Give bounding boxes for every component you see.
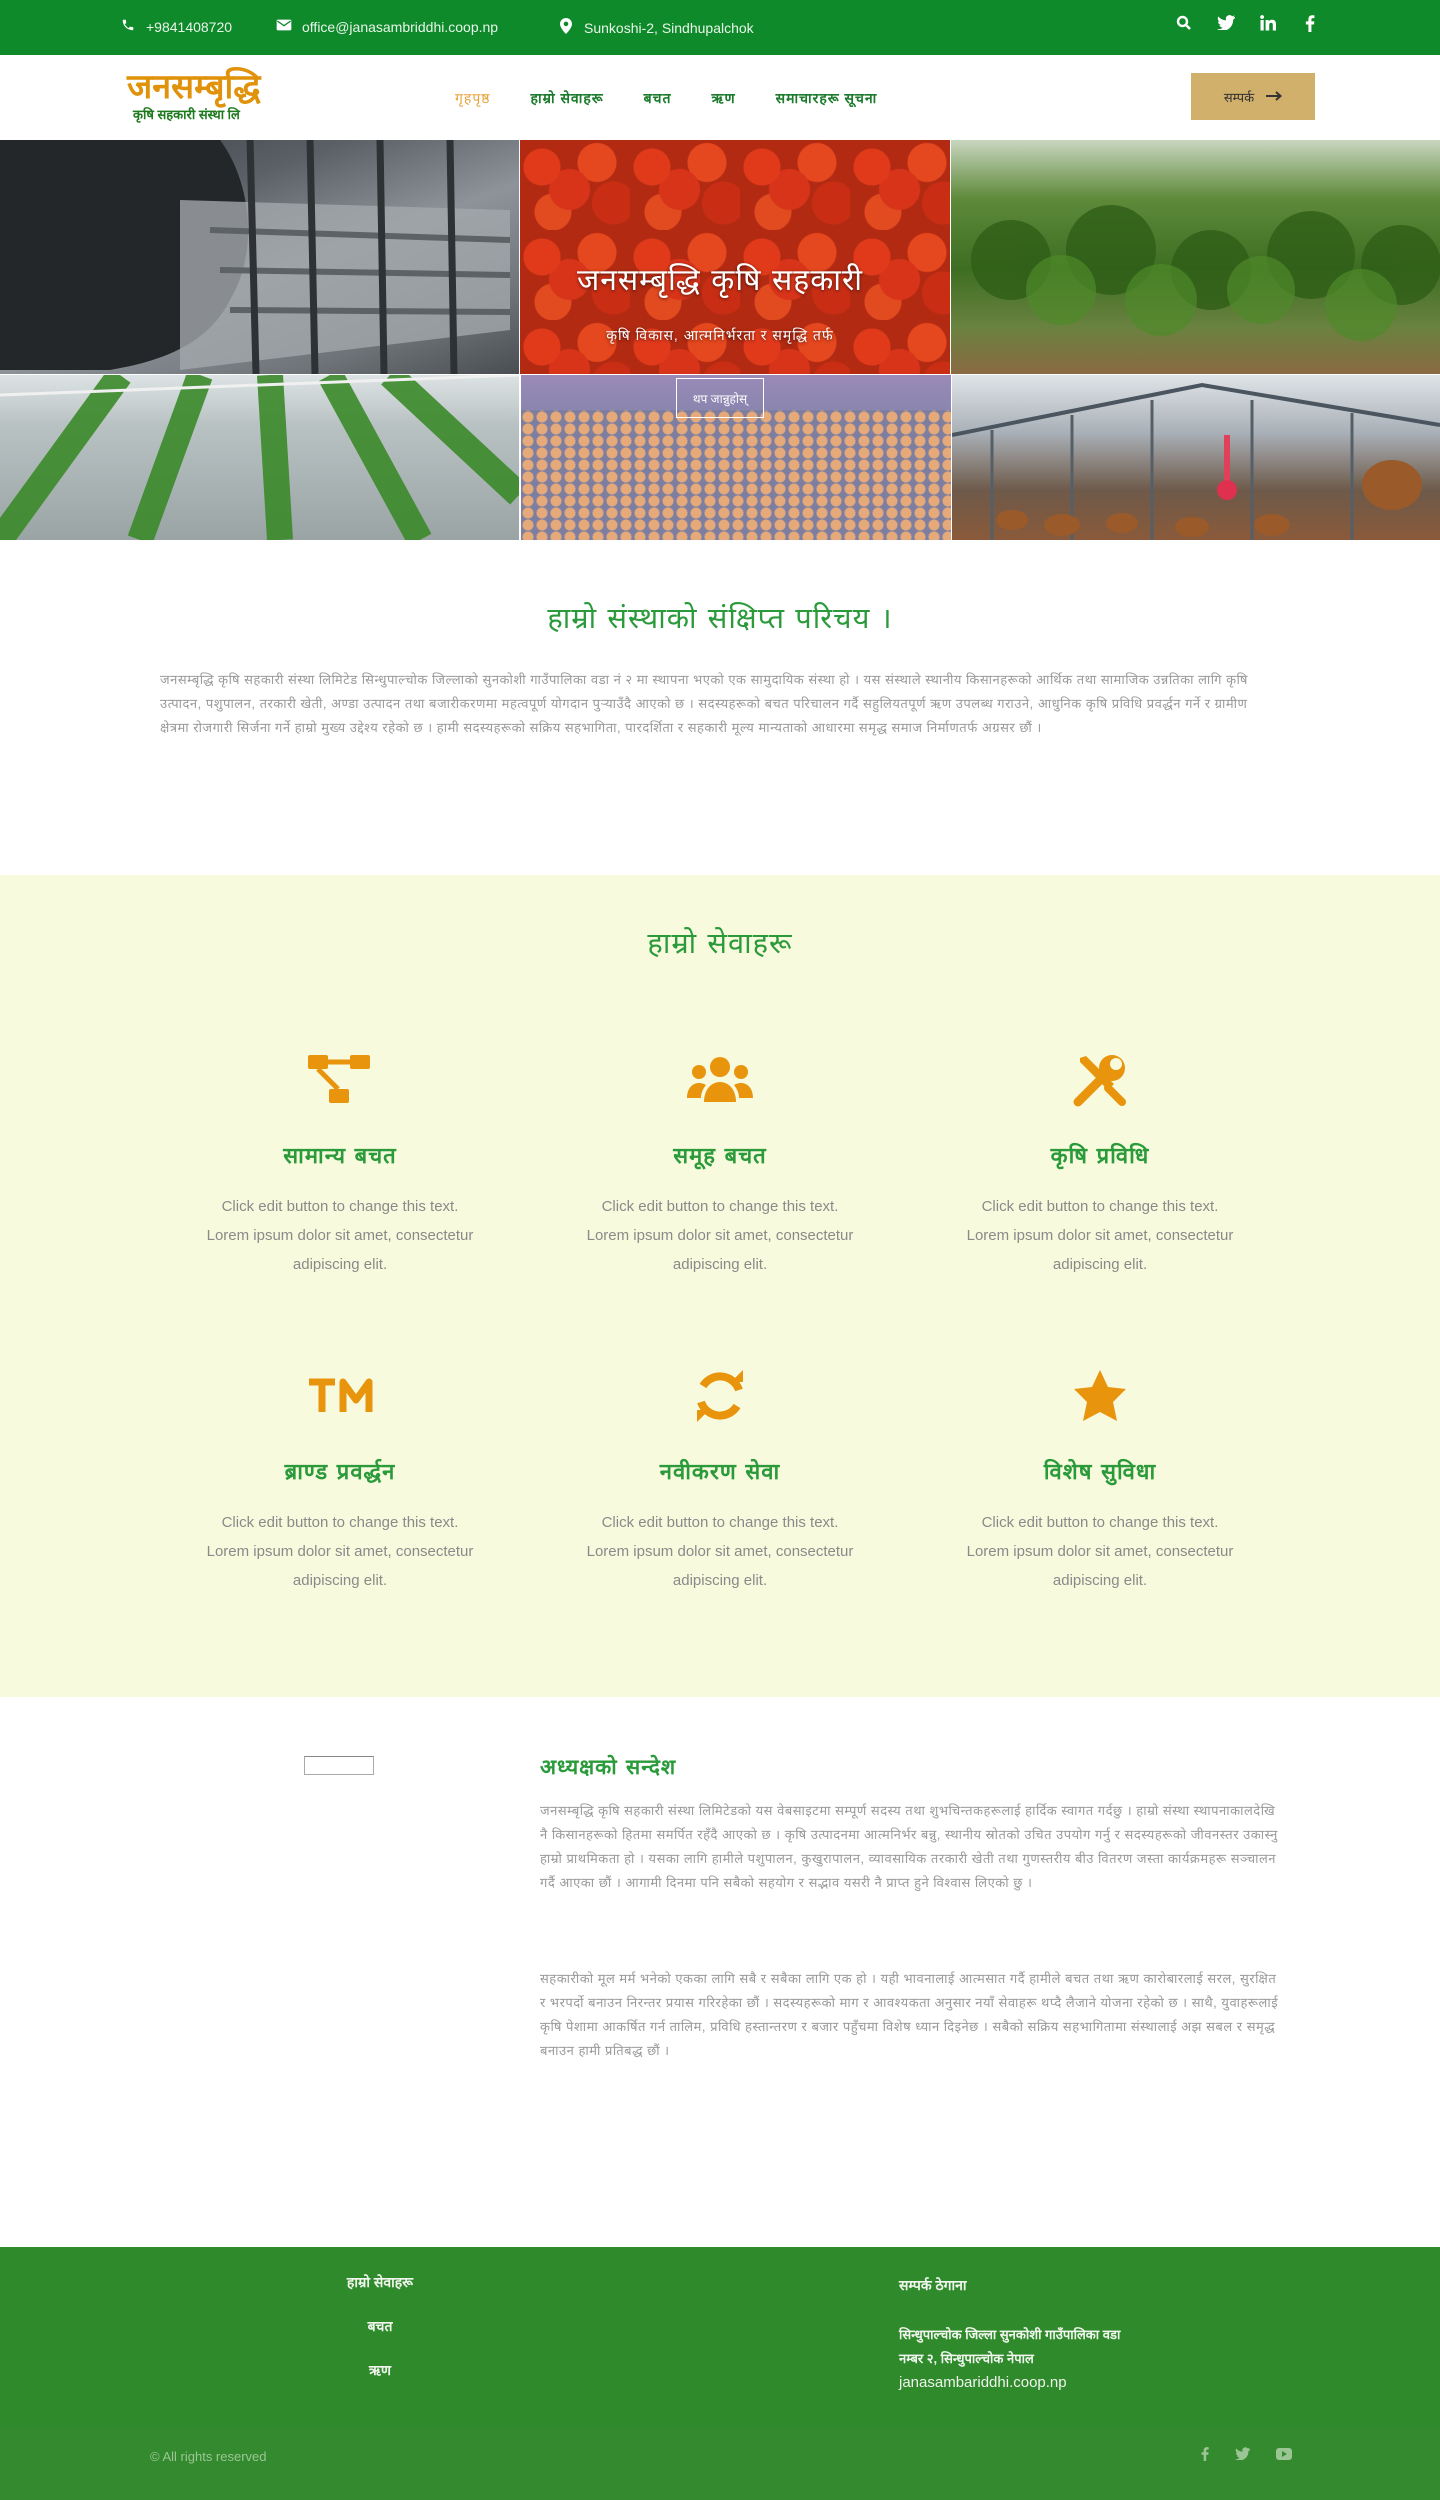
facebook-icon[interactable] (1201, 2447, 1209, 2464)
message-paragraph-2: सहकारीको मूल मर्म भनेको एकका लागि सबै र … (540, 1971, 1279, 2058)
address-contact: Sunkoshi-2, Sindhupalchok (558, 18, 754, 37)
footer-link-loans[interactable]: ऋण (290, 2361, 470, 2380)
footer-contact-line-1: सिन्धुपाल्चोक जिल्ला सुनकोशी गाउँपालिका … (899, 2327, 1121, 2342)
service-card[interactable]: ब्राण्ड प्रवर्द्धन Click edit button to … (190, 1366, 490, 1595)
footer-website-link[interactable]: janasambariddhi.coop.np (899, 2371, 1067, 2395)
hero-title: जनसम्बृद्धि कृषि सहकारी (576, 263, 864, 298)
search-icon[interactable] (1174, 15, 1194, 37)
email-address: office@janasambriddhi.coop.np (302, 18, 499, 35)
service-description: Click edit button to change this text. L… (586, 1514, 854, 1589)
topbar-social-links (1174, 15, 1320, 37)
logo-sub-text: कृषि सहकारी संस्था लि (133, 107, 240, 122)
copyright-bar: © All rights reserved (0, 2427, 1440, 2500)
service-title: ब्राण्ड प्रवर्द्धन (284, 1459, 396, 1485)
nav-item-loans[interactable]: ऋण (712, 89, 736, 108)
main-navigation: गृहपृष्ठ हाम्रो सेवाहरू बचत ऋण समाचारहरू… (455, 89, 877, 108)
twitter-icon[interactable] (1216, 15, 1236, 37)
phone-contact[interactable]: +9841408720 (120, 18, 232, 35)
linkedin-icon[interactable] (1258, 15, 1278, 37)
contact-button-label: सम्पर्क (1223, 89, 1255, 105)
chairman-message-section: अध्यक्षको सन्देश जनसम्बृद्धि कृषि सहकारी… (0, 1697, 1440, 2247)
users-icon (570, 1050, 870, 1110)
service-title: कृषि प्रविधि (1050, 1143, 1150, 1169)
phone-icon (120, 18, 136, 35)
facebook-icon[interactable] (1300, 15, 1320, 37)
service-card[interactable]: कृषि प्रविधि Click edit button to change… (950, 1050, 1250, 1279)
nav-item-services[interactable]: हाम्रो सेवाहरू (531, 89, 604, 108)
footer-social-links (1201, 2447, 1292, 2464)
tools-icon (950, 1050, 1250, 1110)
message-paragraph-1: जनसम्बृद्धि कृषि सहकारी संस्था लिमिटेडको… (540, 1803, 1278, 1890)
site-logo[interactable]: जनसम्बृद्धि कृषि सहकारी संस्था लि (127, 69, 277, 127)
hero-banner: जनसम्बृद्धि कृषि सहकारी कृषि विकास, आत्म… (0, 140, 1440, 540)
service-title: विशेष सुविधा (1043, 1459, 1157, 1485)
service-description: Click edit button to change this text. L… (966, 1198, 1234, 1273)
logo-main-text: जनसम्बृद्धि (127, 67, 261, 107)
youtube-icon[interactable] (1276, 2447, 1292, 2464)
hero-overlay: जनसम्बृद्धि कृषि सहकारी कृषि विकास, आत्म… (0, 140, 1440, 540)
twitter-icon[interactable] (1235, 2447, 1250, 2464)
trademark-icon (190, 1366, 490, 1426)
about-title: हाम्रो संस्थाको संक्षिप्त परिचय । (547, 601, 893, 635)
email-contact[interactable]: office@janasambriddhi.coop.np (276, 18, 498, 35)
service-description: Click edit button to change this text. L… (586, 1198, 854, 1273)
nav-item-home[interactable]: गृहपृष्ठ (455, 89, 491, 108)
envelope-icon (276, 18, 292, 35)
arrow-right-icon (1266, 89, 1283, 104)
site-header: जनसम्बृद्धि कृषि सहकारी संस्था लि गृहपृष… (0, 55, 1440, 140)
hero-read-more-button[interactable]: थप जान्नुहोस् (676, 378, 764, 418)
footer-contact-title: सम्पर्क ठेगाना (899, 2277, 967, 2293)
service-card[interactable]: सामान्य बचत Click edit button to change … (190, 1050, 490, 1279)
service-title: समूह बचत (673, 1143, 767, 1169)
sync-icon (570, 1366, 870, 1426)
address-text: Sunkoshi-2, Sindhupalchok (584, 19, 754, 36)
contact-button[interactable]: सम्पर्क (1191, 73, 1315, 120)
star-icon (950, 1366, 1250, 1426)
message-title: अध्यक्षको सन्देश (540, 1754, 677, 1779)
service-title: नवीकरण सेवा (659, 1459, 781, 1485)
broken-image-placeholder (304, 1756, 374, 1775)
footer-link-services[interactable]: हाम्रो सेवाहरू (290, 2273, 470, 2292)
map-pin-icon (558, 18, 574, 37)
about-text: जनसम्बृद्धि कृषि सहकारी संस्था लिमिटेड स… (160, 672, 1248, 735)
copyright-text: © All rights reserved (150, 2449, 267, 2464)
footer-contact-line-2: नम्बर २, सिन्धुपाल्चोक नेपाल (899, 2351, 1034, 2366)
services-title: हाम्रो सेवाहरू (647, 926, 793, 960)
footer-link-savings[interactable]: बचत (290, 2317, 470, 2336)
nav-item-news[interactable]: समाचारहरू सूचना (776, 89, 878, 108)
top-contact-bar: +9841408720 office@janasambriddhi.coop.n… (0, 0, 1440, 55)
site-footer: हाम्रो सेवाहरू बचत ऋण सम्पर्क ठेगाना सिन… (0, 2247, 1440, 2427)
services-section: हाम्रो सेवाहरू सामान्य बचत Click edit bu… (0, 875, 1440, 1697)
service-description: Click edit button to change this text. L… (206, 1514, 474, 1589)
hero-subtitle: कृषि विकास, आत्मनिर्भरता र समृद्धि तर्फ (606, 327, 834, 343)
service-card[interactable]: नवीकरण सेवा Click edit button to change … (570, 1366, 870, 1595)
service-title: सामान्य बचत (283, 1143, 397, 1169)
sitemap-icon (190, 1050, 490, 1110)
about-section: हाम्रो संस्थाको संक्षिप्त परिचय । जनसम्ब… (0, 540, 1440, 875)
service-description: Click edit button to change this text. L… (966, 1514, 1234, 1589)
service-card[interactable]: समूह बचत Click edit button to change thi… (570, 1050, 870, 1279)
nav-item-savings[interactable]: बचत (644, 89, 672, 108)
service-card[interactable]: विशेष सुविधा Click edit button to change… (950, 1366, 1250, 1595)
phone-number: +9841408720 (146, 18, 233, 35)
service-description: Click edit button to change this text. L… (206, 1198, 474, 1273)
